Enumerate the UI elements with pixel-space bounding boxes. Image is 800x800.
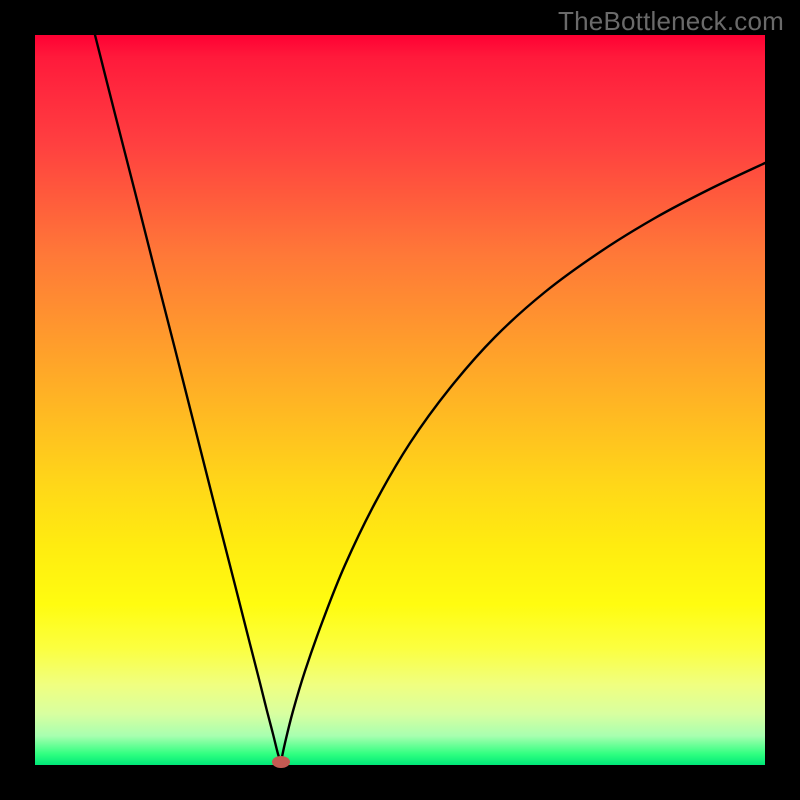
curve-svg	[35, 35, 765, 765]
bottleneck-curve	[95, 35, 765, 762]
chart-frame: TheBottleneck.com	[0, 0, 800, 800]
marker-dot	[272, 756, 290, 768]
watermark-text: TheBottleneck.com	[558, 6, 784, 37]
plot-area	[35, 35, 765, 765]
